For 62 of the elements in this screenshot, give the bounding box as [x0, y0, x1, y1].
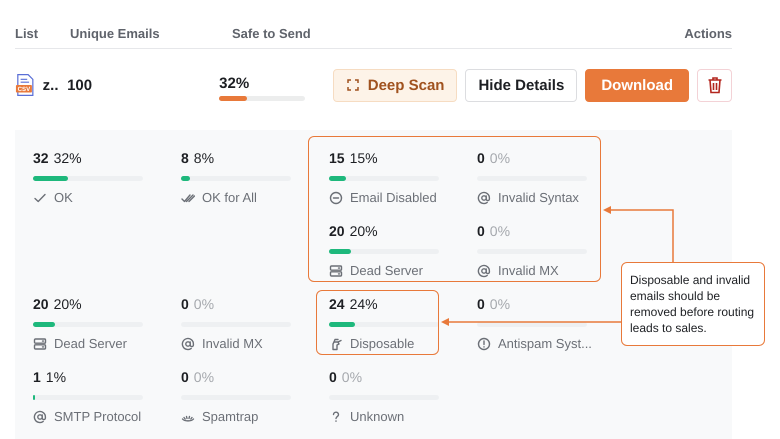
- stat-percent: 0%: [342, 369, 362, 385]
- at-sign-icon: [477, 190, 491, 204]
- stat-label: Invalid MX: [202, 336, 263, 351]
- at-sign-icon: [181, 336, 195, 350]
- scan-frame-icon: [346, 78, 360, 92]
- stat-percent: 20%: [54, 296, 82, 312]
- at-sign-icon: [33, 410, 47, 424]
- delete-button[interactable]: [697, 68, 732, 102]
- stat-count: 20: [33, 296, 49, 312]
- stat-percent: 0%: [490, 223, 510, 239]
- stat-count: 8: [181, 150, 189, 166]
- server-icon: [33, 336, 47, 350]
- stat-count: 15: [329, 150, 345, 166]
- stat-label: Email Disabled: [350, 190, 437, 205]
- stat-label: Invalid MX: [498, 263, 559, 278]
- stat-label: Antispam Syst...: [498, 336, 592, 351]
- list-name: z..: [42, 76, 60, 94]
- stat-percent: 8%: [194, 150, 214, 166]
- stat-label: Unknown: [350, 409, 404, 424]
- stat-label: Invalid Syntax: [498, 190, 579, 205]
- column-header: List: [15, 26, 40, 43]
- callout-note: Disposable and invalid emails should be removed before routing leads to sales.: [621, 262, 765, 346]
- stat-percent: 1%: [46, 369, 66, 385]
- deep-scan-button[interactable]: Deep Scan: [332, 68, 458, 102]
- stat-percent: 0%: [490, 296, 510, 312]
- stat-percent: 0%: [194, 296, 214, 312]
- stat-count: 0: [181, 369, 189, 385]
- stat-count: 0: [329, 369, 337, 385]
- stat-percent: 20%: [350, 223, 378, 239]
- stat-label: Spamtrap: [202, 409, 258, 424]
- stat-label: SMTP Protocol: [54, 409, 142, 424]
- stat-count: 1: [33, 369, 41, 385]
- stat-count: 0: [477, 150, 485, 166]
- stat-count: 24: [329, 296, 345, 312]
- safe-percent: 32%: [219, 75, 250, 92]
- stat-percent: 0%: [194, 369, 214, 385]
- stat-percent: 24%: [350, 296, 378, 312]
- server-icon: [329, 264, 343, 278]
- stat-count: 20: [329, 223, 345, 239]
- stat-label: OK for All: [202, 190, 257, 205]
- column-header: Unique Emails: [70, 26, 161, 43]
- unique-emails-count: 100: [67, 76, 94, 94]
- stat-count: 0: [477, 223, 485, 239]
- leader-arrow: [603, 206, 674, 262]
- stat-count: 0: [181, 296, 189, 312]
- stat-label: Disposable: [350, 336, 414, 351]
- stat-label: Dead Server: [54, 336, 127, 351]
- hide-details-button[interactable]: Hide Details: [465, 68, 578, 102]
- trash-icon: [706, 76, 722, 94]
- column-header: Safe to Send: [232, 26, 312, 43]
- stat-label: OK: [54, 190, 73, 205]
- stat-label: Dead Server: [350, 263, 423, 278]
- at-sign-icon: [477, 264, 491, 278]
- download-button[interactable]: Download: [585, 68, 689, 102]
- column-header: Actions: [684, 26, 732, 43]
- stat-count: 0: [477, 296, 485, 312]
- minus-circle-icon: [329, 190, 343, 204]
- alert-circle-icon: [477, 336, 491, 350]
- stat-count: 32: [33, 150, 49, 166]
- stat-percent: 15%: [350, 150, 378, 166]
- stat-percent: 0%: [490, 150, 510, 166]
- stat-percent: 32%: [54, 150, 82, 166]
